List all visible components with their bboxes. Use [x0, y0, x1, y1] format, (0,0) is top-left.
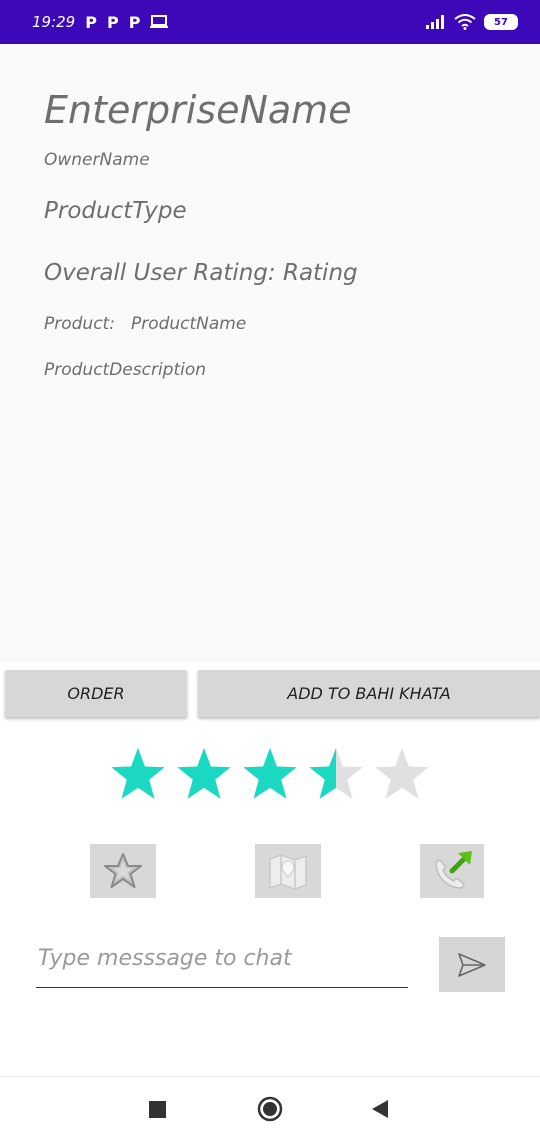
rating-star[interactable] — [177, 748, 231, 799]
send-button[interactable] — [439, 937, 505, 992]
map-icon — [269, 854, 307, 890]
notification-p-icon: P — [106, 12, 119, 32]
notification-p-icon: P — [128, 12, 141, 32]
enterprise-name: EnterpriseName — [44, 88, 352, 132]
signal-icon — [426, 15, 444, 29]
recent-apps-icon[interactable] — [149, 1101, 166, 1118]
status-time: 19:29 — [32, 13, 76, 31]
rating-bar[interactable] — [104, 744, 434, 808]
owner-name: OwnerName — [44, 150, 150, 170]
rating-star[interactable] — [111, 748, 165, 799]
map-button[interactable] — [255, 844, 321, 898]
add-to-bahi-khata-button[interactable]: ADD TO BAHI KHATA — [198, 670, 540, 717]
battery-icon: 57 — [484, 14, 518, 30]
overall-rating-text: Overall User Rating: Rating — [44, 260, 358, 286]
send-icon — [458, 952, 486, 977]
back-icon[interactable] — [371, 1099, 389, 1119]
chat-message-input[interactable] — [36, 930, 408, 988]
rating-star[interactable] — [375, 748, 429, 799]
wifi-icon — [454, 14, 476, 30]
rating-star[interactable] — [243, 748, 297, 799]
product-type: ProductType — [44, 198, 187, 224]
rating-star[interactable] — [309, 748, 363, 799]
favorite-button[interactable] — [90, 844, 156, 898]
enterprise-details: EnterpriseName OwnerName ProductType Ove… — [0, 44, 540, 662]
laptop-icon — [150, 15, 169, 28]
call-button[interactable] — [420, 844, 484, 898]
star-icon — [104, 853, 142, 888]
product-row: Product: ProductName — [44, 314, 246, 334]
home-icon[interactable] — [257, 1096, 283, 1122]
product-label: Product: — [44, 314, 115, 334]
product-description: ProductDescription — [44, 360, 207, 380]
navigation-bar — [0, 1076, 540, 1140]
notification-p-icon: P — [85, 12, 97, 32]
product-name: ProductName — [130, 314, 247, 334]
call-forward-icon — [435, 851, 472, 889]
status-bar: 19:29 P P P 57 — [0, 0, 540, 44]
order-button[interactable]: ORDER — [5, 670, 187, 717]
